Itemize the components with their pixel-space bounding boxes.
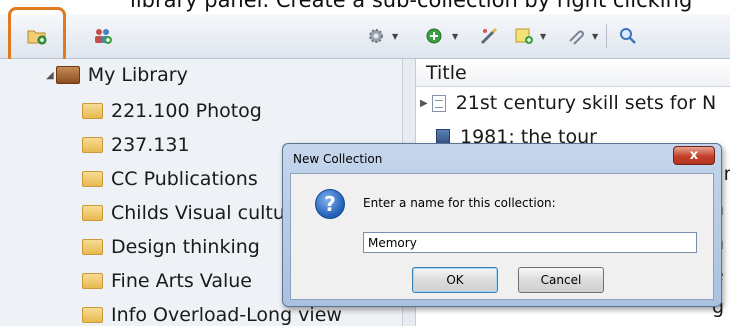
item-row[interactable]: ▶ 21st century skill sets for N [420, 88, 716, 118]
collapse-triangle-icon[interactable]: ◢ [46, 70, 54, 81]
attach-icon[interactable] [566, 27, 586, 45]
toolbar-separator [606, 24, 607, 48]
column-header-title[interactable]: Title [416, 59, 730, 87]
document-icon [431, 94, 446, 112]
folder-icon [82, 171, 103, 187]
wand-icon[interactable] [479, 27, 499, 45]
library-icon [55, 66, 80, 84]
collection-label: 237.131 [111, 134, 190, 156]
collection-label: Design thinking [111, 236, 260, 258]
folder-icon [82, 307, 103, 323]
folder-icon [82, 273, 103, 289]
tree-item-my-library[interactable]: ◢ My Library [46, 60, 188, 90]
collection-label: CC Publications [111, 168, 258, 190]
collection-item[interactable]: CC Publications [82, 164, 258, 194]
add-note-icon[interactable] [514, 27, 534, 45]
search-icon[interactable] [618, 27, 638, 45]
question-icon: ? [315, 189, 345, 219]
collection-label: Fine Arts Value [111, 270, 252, 292]
collection-item[interactable]: Childs Visual cultu [82, 198, 285, 228]
collection-item[interactable]: Design thinking [82, 232, 260, 262]
collection-item[interactable]: 221.100 Photog [82, 96, 262, 126]
collection-label: Childs Visual cultu [111, 202, 285, 224]
collection-item[interactable]: 237.131 [82, 130, 190, 160]
new-item-dropdown-arrow-icon[interactable]: ▼ [452, 33, 458, 41]
tree-item-label: My Library [87, 64, 188, 86]
collection-item[interactable]: Fine Arts Value [82, 266, 252, 296]
folder-icon [82, 205, 103, 221]
dialog-prompt: Enter a name for this collection: [363, 196, 556, 210]
dialog-body: ? Enter a name for this collection: OK C… [290, 173, 714, 300]
attach-dropdown-arrow-icon[interactable]: ▼ [592, 33, 598, 41]
cancel-button[interactable]: Cancel [518, 267, 604, 293]
close-button[interactable]: x [673, 146, 715, 165]
dialog-title: New Collection [293, 152, 383, 166]
caption-text: library panel. Create a sub-collection b… [130, 0, 693, 12]
collection-label: 221.100 Photog [111, 100, 262, 122]
item-title: 21st century skill sets for N [455, 92, 717, 114]
gear-icon[interactable] [366, 27, 386, 45]
collection-label: Info Overload-Long view [111, 304, 342, 326]
folder-icon [82, 103, 103, 119]
new-collection-highlight [8, 7, 66, 65]
new-item-icon[interactable] [425, 27, 445, 45]
new-collection-dialog: New Collection x ? Enter a name for this… [282, 143, 722, 307]
ok-button[interactable]: OK [412, 267, 498, 293]
gear-dropdown-arrow-icon[interactable]: ▼ [392, 33, 398, 41]
collection-name-input[interactable] [363, 232, 697, 253]
folder-icon [82, 137, 103, 153]
new-group-icon[interactable] [93, 27, 113, 45]
folder-icon [82, 239, 103, 255]
toolbar: ▼ ▼ ▼ ▼ [0, 14, 730, 59]
expand-triangle-icon[interactable]: ▶ [420, 98, 428, 109]
add-note-dropdown-arrow-icon[interactable]: ▼ [540, 33, 546, 41]
